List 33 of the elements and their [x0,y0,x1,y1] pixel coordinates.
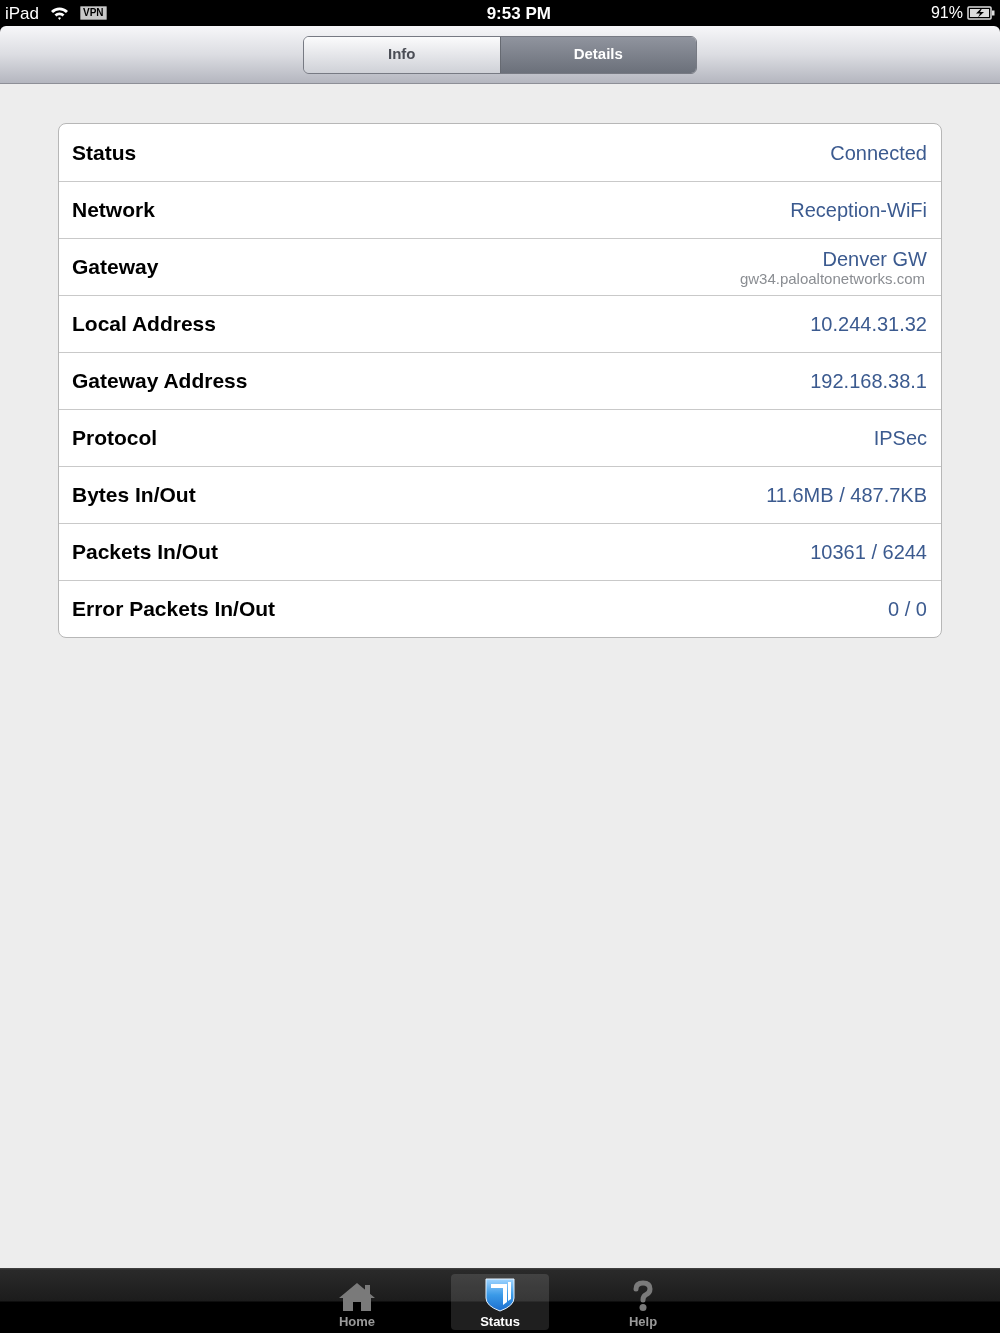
tab-bar-item[interactable]: Home [308,1274,406,1330]
segment-tab[interactable]: Details [499,36,696,73]
clock-time: 9:53 PM [486,4,551,22]
battery-percentage: 91% [930,5,963,21]
row-value: Denver GW [822,247,927,270]
battery-icon [967,6,995,20]
row-label: Bytes In/Out [72,482,196,509]
wifi-icon [50,6,70,20]
row-value: IPSec [873,426,927,451]
row-value: 0 / 0 [888,597,927,622]
row-value: 10361 / 6244 [810,540,927,565]
house-icon [338,1282,376,1312]
row-label: Gateway [72,254,159,281]
row-value: 11.6MB / 487.7KB [766,483,927,508]
row-value: 192.168.38.1 [810,369,927,394]
tab-bar-item[interactable]: Status [451,1274,549,1330]
row-label: Error Packets In/Out [72,596,276,623]
tab-bar-item[interactable]: Help [594,1274,692,1330]
help-icon [632,1280,654,1312]
vpn-badge: VPN [80,6,107,20]
shield-icon [485,1278,515,1312]
device-name: iPad [5,4,40,22]
row-label: Protocol [72,425,158,452]
row-label: Network [72,197,155,224]
row-label: Status [72,139,137,166]
row-label: Packets In/Out [72,539,218,566]
row-label: Local Address [72,311,216,338]
row-value: 10.244.31.32 [810,312,927,337]
segment-tab[interactable]: Info [304,36,500,73]
row-subtitle: gw34.paloaltonetworks.com [739,269,925,287]
row-value: Connected [830,140,927,166]
row-value: Reception-WiFi [790,198,927,223]
row-label: Gateway Address [72,368,248,395]
